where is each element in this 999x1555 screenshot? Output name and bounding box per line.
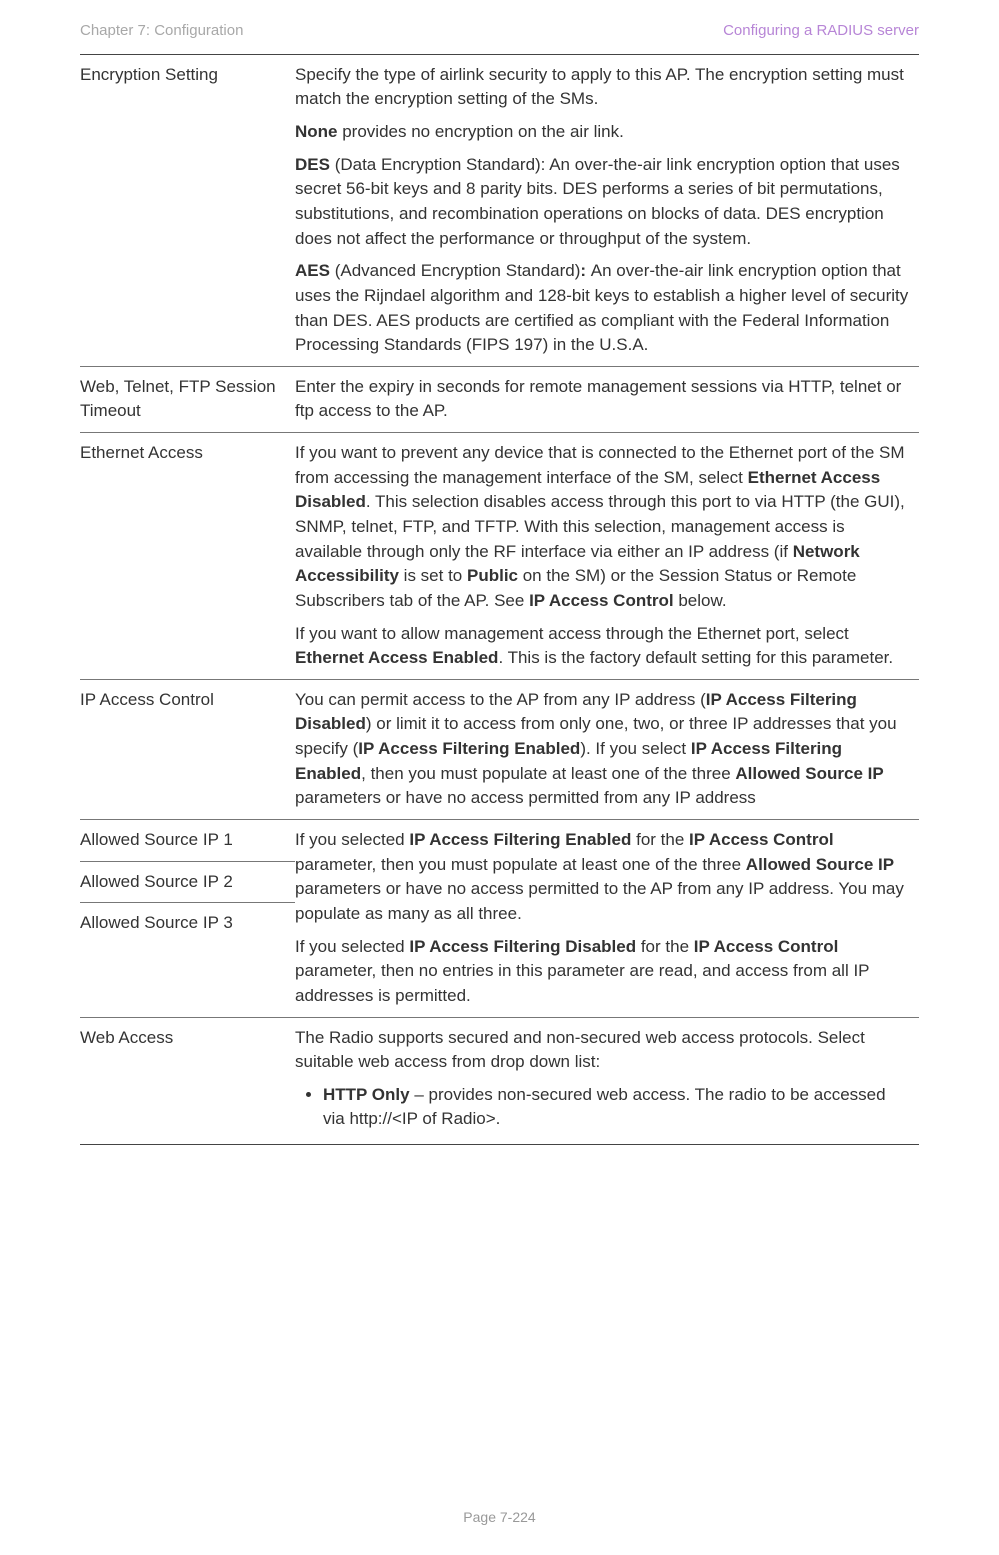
bold-colon: :: [580, 261, 590, 280]
row-label-src2: Allowed Source IP 2: [80, 862, 295, 903]
bottom-rule: [80, 1144, 919, 1145]
text: You can permit access to the AP from any…: [295, 690, 706, 709]
bold: IP Access Filtering Enabled: [358, 739, 580, 758]
row-desc-timeout: Enter the expiry in seconds for remote m…: [295, 367, 919, 432]
text: The Radio supports secured and non-secur…: [295, 1028, 865, 1072]
row-desc-ethernet: If you want to prevent any device that i…: [295, 433, 919, 679]
row-label-ipac: IP Access Control: [80, 680, 295, 819]
bold: Public: [467, 566, 518, 585]
web-access-list: HTTP Only – provides non-secured web acc…: [295, 1083, 911, 1132]
text: parameter, then no entries in this param…: [295, 961, 869, 1005]
table-row: Ethernet Access If you want to prevent a…: [80, 433, 919, 679]
bold-aes: AES: [295, 261, 330, 280]
bold-des: DES: [295, 155, 330, 174]
text: (Data Encryption Standard): An over-the-…: [295, 155, 900, 248]
bold: IP Access Control: [529, 591, 674, 610]
row-desc-encryption: Specify the type of airlink security to …: [295, 55, 919, 366]
text: If you selected: [295, 830, 409, 849]
row-desc-src: If you selected IP Access Filtering Enab…: [295, 820, 919, 1016]
bold: IP Access Filtering Enabled: [409, 830, 631, 849]
table-row: Web, Telnet, FTP Session Timeout Enter t…: [80, 367, 919, 432]
text: parameter, then you must populate at lea…: [295, 855, 746, 874]
page: Chapter 7: Configuration Configuring a R…: [0, 0, 999, 1555]
config-table: Encryption Setting Specify the type of a…: [80, 55, 919, 1145]
bold: IP Access Control: [694, 937, 839, 956]
text: , then you must populate at least one of…: [361, 764, 735, 783]
bold-none: None: [295, 122, 338, 141]
text: (Advanced Encryption Standard): [330, 261, 580, 280]
text: parameters or have no access permitted t…: [295, 879, 904, 923]
page-header: Chapter 7: Configuration Configuring a R…: [80, 20, 919, 42]
text: parameters or have no access permitted f…: [295, 788, 756, 807]
row-label-src1: Allowed Source IP 1: [80, 820, 295, 861]
header-right: Configuring a RADIUS server: [723, 20, 919, 42]
text: . This is the factory default setting fo…: [498, 648, 893, 667]
bold: IP Access Filtering Disabled: [409, 937, 636, 956]
text: ). If you select: [580, 739, 691, 758]
page-footer: Page 7-224: [0, 1507, 999, 1527]
table-row: Allowed Source IP 1 Allowed Source IP 2 …: [80, 820, 919, 1016]
row-desc-web: The Radio supports secured and non-secur…: [295, 1018, 919, 1145]
table-row: Encryption Setting Specify the type of a…: [80, 55, 919, 366]
text: Specify the type of airlink security to …: [295, 65, 904, 109]
list-item: HTTP Only – provides non-secured web acc…: [323, 1083, 911, 1132]
text: for the: [636, 937, 694, 956]
row-label-timeout: Web, Telnet, FTP Session Timeout: [80, 367, 295, 432]
header-left: Chapter 7: Configuration: [80, 20, 243, 42]
text: If you selected: [295, 937, 409, 956]
row-label-web: Web Access: [80, 1018, 295, 1145]
bold: IP Access Control: [689, 830, 834, 849]
bold: HTTP Only: [323, 1085, 410, 1104]
row-label-encryption: Encryption Setting: [80, 55, 295, 366]
bold: Ethernet Access Enabled: [295, 648, 498, 667]
text: for the: [631, 830, 689, 849]
text: provides no encryption on the air link.: [338, 122, 624, 141]
table-row: IP Access Control You can permit access …: [80, 680, 919, 819]
text: If you want to allow management access t…: [295, 624, 849, 643]
table-row: Web Access The Radio supports secured an…: [80, 1018, 919, 1145]
row-desc-ipac: You can permit access to the AP from any…: [295, 680, 919, 819]
text: is set to: [399, 566, 467, 585]
text: below.: [674, 591, 727, 610]
row-label-src3: Allowed Source IP 3: [80, 903, 295, 944]
bold: Allowed Source IP: [746, 855, 894, 874]
bold: Allowed Source IP: [735, 764, 883, 783]
row-label-ethernet: Ethernet Access: [80, 433, 295, 679]
text: Enter the expiry in seconds for remote m…: [295, 377, 901, 421]
